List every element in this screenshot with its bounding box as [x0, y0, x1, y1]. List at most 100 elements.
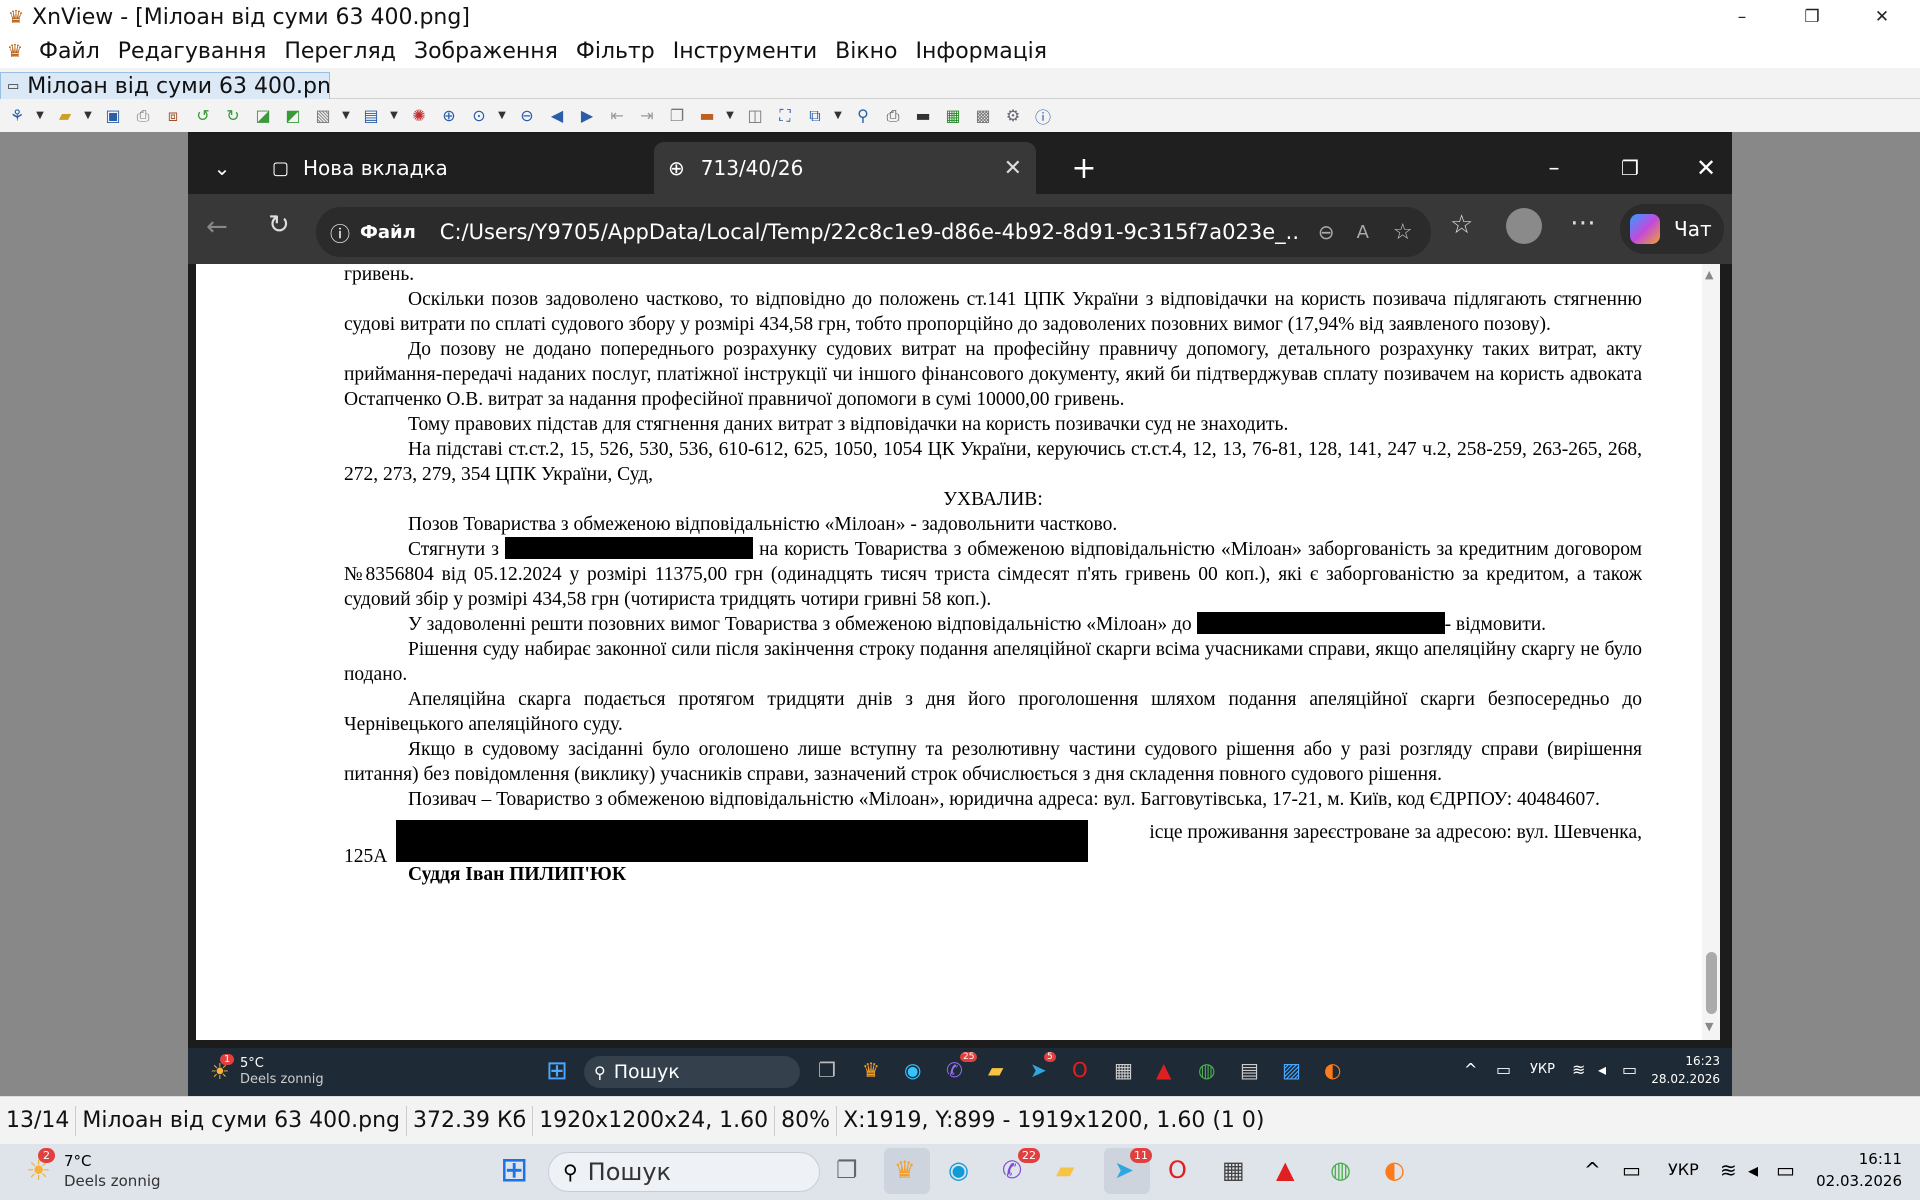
- last-icon[interactable]: ⇥: [634, 103, 660, 129]
- address-bar[interactable]: ⓘ Файл C:/Users/Y9705/AppData/Local/Temp…: [316, 207, 1431, 257]
- firefox-taskbar-icon[interactable]: ◐: [1324, 1058, 1341, 1082]
- capture-icon[interactable]: ▦: [940, 103, 966, 129]
- read-aloud-icon[interactable]: A: [1357, 222, 1369, 243]
- chevron-down-icon[interactable]: ▼: [340, 110, 352, 121]
- minimize-button[interactable]: –: [1714, 0, 1770, 34]
- browser-restore-icon[interactable]: ❐: [1610, 142, 1650, 194]
- chevron-down-icon[interactable]: ▼: [388, 110, 400, 121]
- clock-date[interactable]: 02.03.2026: [1808, 1172, 1902, 1190]
- menu-file[interactable]: Файл: [30, 39, 109, 64]
- app-menu-icon[interactable]: ♛: [0, 41, 30, 62]
- menu-window[interactable]: Вікно: [826, 39, 906, 64]
- back-arrow-icon[interactable]: ←: [206, 212, 228, 242]
- clock-time[interactable]: 16:11: [1820, 1150, 1902, 1168]
- xnview-taskbar-icon[interactable]: ♛: [894, 1156, 916, 1184]
- telegram-taskbar-icon[interactable]: ➤: [1030, 1058, 1047, 1082]
- tray-keyboard-icon[interactable]: ▭: [1622, 1158, 1641, 1182]
- xnview-taskbar-icon[interactable]: ♛: [862, 1058, 880, 1082]
- folder-taskbar-icon[interactable]: ▰: [988, 1058, 1003, 1082]
- chevron-down-icon[interactable]: ▼: [496, 110, 508, 121]
- edge-taskbar-icon[interactable]: ◉: [948, 1156, 969, 1184]
- previous-icon[interactable]: ◀: [544, 103, 570, 129]
- browser-tab-active[interactable]: ⊕ 713/40/26 ✕: [654, 142, 1036, 194]
- crop-icon[interactable]: ⧈: [160, 103, 186, 129]
- zoom-icon[interactable]: ⊙: [466, 103, 492, 129]
- browser-icon[interactable]: ⚘: [4, 103, 30, 129]
- volume-icon[interactable]: ◂: [1748, 1158, 1758, 1182]
- find-icon[interactable]: ⚲: [850, 103, 876, 129]
- effects-icon[interactable]: ◩: [280, 103, 306, 129]
- browser-minimize-icon[interactable]: –: [1534, 142, 1574, 194]
- page-scrollbar[interactable]: ▲ ▼: [1702, 264, 1720, 1040]
- chrome-taskbar-icon[interactable]: ◍: [1330, 1156, 1351, 1184]
- lang-indicator[interactable]: УКР: [1668, 1160, 1699, 1179]
- opera-taskbar-icon[interactable]: O: [1072, 1058, 1088, 1082]
- photos-taskbar-icon[interactable]: ▨: [1282, 1058, 1301, 1082]
- close-button[interactable]: ✕: [1854, 0, 1910, 34]
- menu-info[interactable]: Інформація: [907, 39, 1057, 64]
- fullscreen-icon[interactable]: ⛶: [772, 103, 798, 129]
- zoom-in-icon[interactable]: ⊕: [436, 103, 462, 129]
- folder-taskbar-icon[interactable]: ▰: [1056, 1156, 1074, 1184]
- window-icon[interactable]: ❐: [664, 103, 690, 129]
- windows-start-icon[interactable]: ⊞: [500, 1150, 529, 1190]
- gear-icon[interactable]: ⚙: [1000, 103, 1026, 129]
- profile-avatar-icon[interactable]: [1506, 208, 1542, 244]
- wifi-icon[interactable]: ≋: [1720, 1158, 1737, 1182]
- viber-taskbar-icon[interactable]: ✆: [946, 1058, 963, 1082]
- tab-actions-chevron-icon[interactable]: ⌄: [202, 142, 242, 194]
- first-icon[interactable]: ⇤: [604, 103, 630, 129]
- palette-icon[interactable]: ▤: [358, 103, 384, 129]
- scroll-down-icon[interactable]: ▼: [1705, 1020, 1713, 1033]
- firefox-taskbar-icon[interactable]: ◐: [1384, 1156, 1405, 1184]
- chevron-down-icon[interactable]: ▼: [832, 110, 844, 121]
- scan-icon[interactable]: ⎙: [130, 103, 156, 129]
- compare-icon[interactable]: ◫: [742, 103, 768, 129]
- chevron-down-icon[interactable]: ▼: [724, 110, 736, 121]
- batch-icon[interactable]: ▧: [310, 103, 336, 129]
- tray-chevron-up-icon[interactable]: ^: [1584, 1158, 1601, 1182]
- volume-icon[interactable]: ◂: [1598, 1060, 1606, 1079]
- adjust-icon[interactable]: ◪: [250, 103, 276, 129]
- open-folder-icon[interactable]: ▰: [52, 103, 78, 129]
- opera-taskbar-icon[interactable]: O: [1168, 1156, 1187, 1184]
- save-icon[interactable]: ▣: [100, 103, 126, 129]
- print-icon[interactable]: ⎙: [880, 103, 906, 129]
- copy-icon[interactable]: ⧉: [802, 103, 828, 129]
- new-tab-plus-icon[interactable]: +: [1064, 142, 1104, 194]
- info-icon[interactable]: ⓘ: [1030, 103, 1056, 129]
- wifi-icon[interactable]: ≋: [1572, 1060, 1585, 1079]
- windows-start-icon[interactable]: ⊞: [546, 1056, 568, 1086]
- taskbar-search-box[interactable]: ⚲ Пошук: [548, 1152, 820, 1192]
- settings-color-icon[interactable]: ✺: [406, 103, 432, 129]
- task-view-icon[interactable]: ❐: [836, 1156, 858, 1184]
- zoom-out-icon[interactable]: ⊖: [1318, 220, 1335, 244]
- more-menu-icon[interactable]: ⋯: [1570, 208, 1596, 238]
- rotate-right-icon[interactable]: ↻: [220, 103, 246, 129]
- menu-tools[interactable]: Інструменти: [664, 39, 826, 64]
- menu-view[interactable]: Перегляд: [275, 39, 405, 64]
- inner-search-box[interactable]: ⚲ Пошук: [584, 1056, 800, 1088]
- battery-icon[interactable]: ▭: [1776, 1158, 1795, 1182]
- pdf-taskbar-icon[interactable]: ▲: [1276, 1156, 1294, 1184]
- favorites-icon[interactable]: ☆: [1450, 210, 1473, 240]
- scanner-icon[interactable]: ▬: [910, 103, 936, 129]
- slideshow-icon[interactable]: ▬: [694, 103, 720, 129]
- zoom-out-icon[interactable]: ⊖: [514, 103, 540, 129]
- app-taskbar-icon[interactable]: ▦: [1222, 1156, 1245, 1184]
- browser-close-icon[interactable]: ✕: [1686, 142, 1726, 194]
- inner-lang-indicator[interactable]: УКР: [1530, 1062, 1555, 1077]
- document-tab[interactable]: ▭ Мілоан від суми 63 400.png: [0, 72, 330, 99]
- refresh-icon[interactable]: ↻: [268, 210, 290, 240]
- calculator-taskbar-icon[interactable]: ▤: [1240, 1058, 1259, 1082]
- scroll-up-icon[interactable]: ▲: [1705, 268, 1713, 281]
- favorite-star-icon[interactable]: ☆: [1393, 220, 1413, 245]
- chevron-down-icon[interactable]: ▼: [82, 110, 94, 121]
- menu-image[interactable]: Зображення: [405, 39, 567, 64]
- maximize-button[interactable]: ❐: [1784, 0, 1840, 34]
- tray-keyboard-icon[interactable]: ▭: [1496, 1060, 1511, 1079]
- chrome-taskbar-icon[interactable]: ◍: [1198, 1058, 1215, 1082]
- task-view-icon[interactable]: ❐: [818, 1058, 836, 1082]
- chevron-down-icon[interactable]: ▼: [34, 110, 46, 121]
- desktop-icon[interactable]: ▩: [970, 103, 996, 129]
